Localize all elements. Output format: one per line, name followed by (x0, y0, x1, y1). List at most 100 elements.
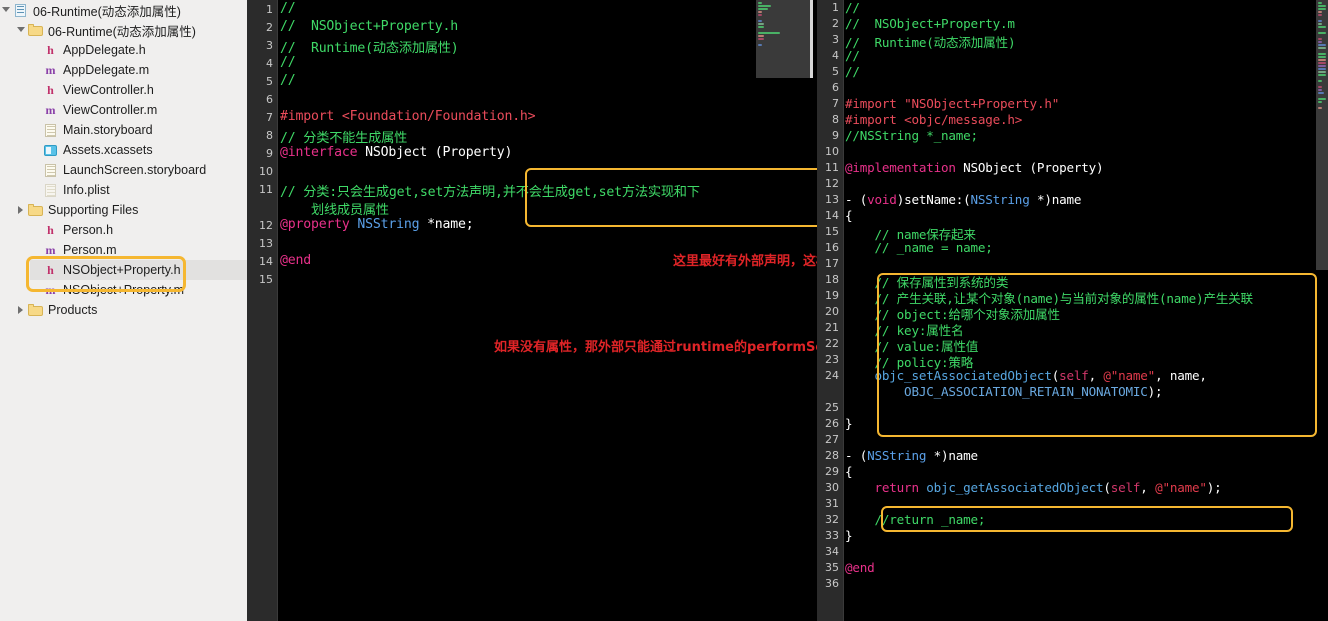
file-tree-row[interactable]: Supporting Files (15, 200, 247, 220)
code-line[interactable]: @property NSString *name; (280, 217, 474, 232)
code-line[interactable]: @end (280, 253, 311, 268)
chevron-right-icon[interactable] (15, 300, 28, 320)
code-line[interactable]: //return _name; (845, 512, 986, 527)
file-tree-row[interactable]: 06-Runtime(动态添加属性) (15, 20, 247, 40)
code-token: // (280, 73, 296, 88)
minimap-line (758, 5, 771, 7)
minimap-line (1318, 11, 1322, 13)
file-tree-row[interactable]: Products (15, 300, 247, 320)
file-tree-row[interactable]: m Person.m (30, 240, 247, 260)
chevron-down-icon[interactable] (15, 20, 28, 40)
line-number: 11 (825, 161, 839, 174)
file-tree-row[interactable]: m NSObject+Property.m (30, 280, 247, 300)
code-line[interactable]: // (280, 73, 296, 88)
line-number: 30 (825, 481, 839, 494)
file-tree-row[interactable]: LaunchScreen.storyboard (30, 160, 247, 180)
minimap-line (1318, 23, 1323, 25)
file-tree-row[interactable]: h NSObject+Property.h (30, 260, 247, 280)
code-line[interactable]: // NSObject+Property.h (280, 19, 458, 34)
code-line[interactable]: @implementation NSObject (Property) (845, 160, 1104, 175)
line-number: 34 (825, 545, 839, 558)
file-tree-label: Supporting Files (48, 203, 139, 217)
code-line[interactable]: { (845, 464, 853, 479)
file-tree-row[interactable]: Assets.xcassets (30, 140, 247, 160)
code-token: // (845, 0, 860, 15)
project-file-icon (13, 3, 28, 18)
code-token: NSObject (Property) (955, 160, 1104, 175)
code-line[interactable]: - (void)setName:(NSString *)name (845, 192, 1081, 207)
code-token: // (845, 48, 860, 63)
code-line[interactable]: #import "NSObject+Property.h" (845, 96, 1059, 111)
project-navigator[interactable]: 06-Runtime(动态添加属性) 06-Runtime(动态添加属性) h App… (0, 0, 247, 621)
code-line[interactable]: // NSObject+Property.m (845, 16, 1015, 31)
folder-icon (28, 23, 43, 38)
folder-icon (28, 303, 43, 318)
file-tree-label: Assets.xcassets (63, 143, 153, 157)
asset-catalog-icon (43, 143, 58, 158)
code-line[interactable]: // (845, 48, 860, 63)
file-tree-row[interactable]: Info.plist (30, 180, 247, 200)
file-tree-row[interactable]: Main.storyboard (30, 120, 247, 140)
code-line[interactable]: // Runtime(动态添加属性) (845, 32, 1016, 51)
code-token: @property (280, 217, 358, 232)
code-line[interactable]: //NSString *_name; (845, 128, 978, 143)
code-token: - ( (845, 448, 868, 463)
line-number: 10 (259, 165, 273, 178)
code-line[interactable]: // (845, 0, 860, 15)
code-line[interactable]: // Runtime(动态添加属性) (280, 37, 459, 56)
file-tree-label: Products (48, 303, 98, 317)
minimap-line (1318, 38, 1322, 40)
code-line[interactable]: - (NSString *)name (845, 448, 978, 463)
code-token: // (280, 55, 296, 70)
minimap-line (758, 26, 764, 28)
editor-pane-header-file[interactable]: 1 2 3 4 5 6 7 8 9 10 11 12 13 14 15 //// NSObject+Prop… (247, 0, 817, 621)
minimap-line (1318, 59, 1326, 61)
storyboard-file-icon (43, 123, 58, 138)
code-line[interactable]: #import <Foundation/Foundation.h> (280, 109, 536, 124)
code-line[interactable]: } (845, 416, 853, 431)
file-tree-label: AppDelegate.h (63, 43, 146, 57)
code-line[interactable]: // (845, 64, 860, 79)
code-token: //return _name; (845, 512, 986, 527)
code-line[interactable]: // 分类不能生成属性 (280, 127, 407, 146)
file-tree-label: Info.plist (63, 183, 110, 197)
code-line[interactable]: // (280, 1, 296, 16)
file-tree-row[interactable]: h Person.h (30, 220, 247, 240)
code-token: #import (845, 96, 905, 111)
file-tree-row[interactable]: m AppDelegate.m (30, 60, 247, 80)
code-line[interactable]: 划线成员属性 (280, 199, 389, 218)
code-line[interactable]: @end (845, 560, 875, 575)
file-tree-row[interactable]: 06-Runtime(动态添加属性) (0, 0, 247, 20)
chevron-down-icon[interactable] (0, 0, 13, 20)
line-number: 12 (825, 177, 839, 190)
code-line[interactable]: // _name = name; (845, 240, 993, 255)
file-tree[interactable]: 06-Runtime(动态添加属性) 06-Runtime(动态添加属性) h App… (0, 0, 247, 320)
code-line[interactable]: { (845, 208, 853, 223)
code-line[interactable]: } (845, 528, 853, 543)
line-number: 19 (825, 289, 839, 302)
minimap-scroll-indicator[interactable] (810, 0, 813, 78)
file-tree-row[interactable]: h ViewController.h (30, 80, 247, 100)
chevron-right-icon[interactable] (15, 200, 28, 220)
file-tree-row[interactable]: m ViewController.m (30, 100, 247, 120)
code-line[interactable]: return objc_getAssociatedObject(self, @"… (845, 480, 1222, 495)
code-token: *)name (1029, 192, 1082, 207)
editor-pane-implementation-file[interactable]: 1 2 3 4 5 6 7 8 9 10 11 12 13 14 15 16 17 18 19 20 21 22 23 24 2… (817, 0, 1328, 621)
code-token: 划线成员属性 (280, 203, 389, 218)
code-line[interactable]: OBJC_ASSOCIATION_RETAIN_NONATOMIC); (845, 384, 1163, 399)
code-line[interactable]: // (280, 55, 296, 70)
minimap-left[interactable] (756, 0, 813, 78)
minimap-line (1318, 98, 1326, 100)
code-line[interactable]: // 分类:只会生成get,set方法声明,并不会生成get,set方法实现和下 (280, 181, 700, 200)
code-token: @"name" (1103, 368, 1156, 383)
file-tree-row[interactable]: h AppDelegate.h (30, 40, 247, 60)
line-number: 21 (825, 321, 839, 334)
minimap-right[interactable] (1316, 0, 1328, 270)
code-line[interactable]: #import <objc/message.h> (845, 112, 1022, 127)
method-file-icon: m (43, 102, 58, 118)
minimap-line (1318, 65, 1326, 67)
code-line[interactable]: @interface NSObject (Property) (280, 145, 512, 160)
code-line[interactable]: objc_setAssociatedObject(self, @"name", … (845, 368, 1207, 383)
code-token: ); (1147, 384, 1163, 399)
